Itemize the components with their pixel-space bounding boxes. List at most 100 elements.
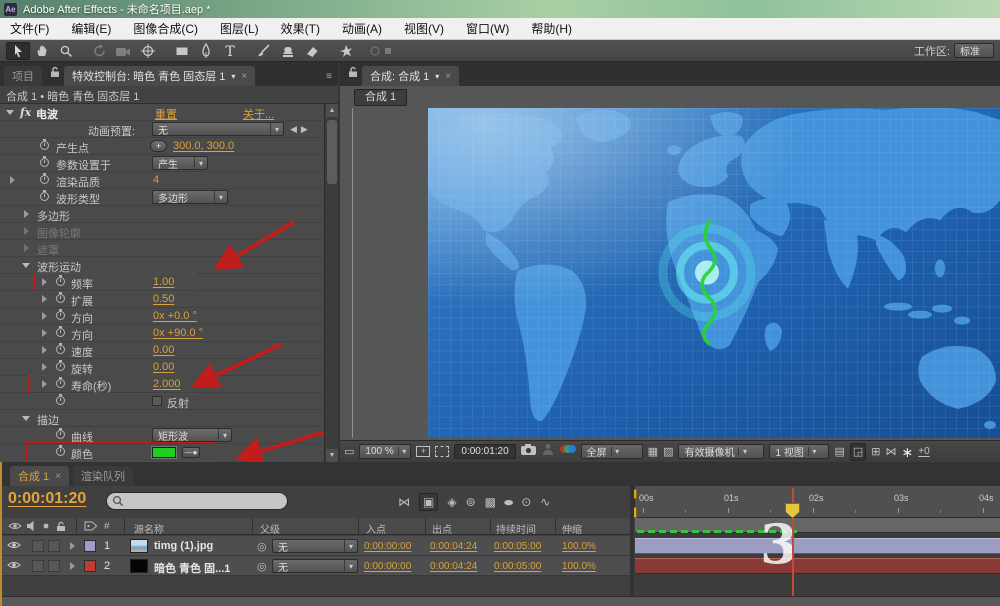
expand-icon[interactable] (42, 346, 51, 354)
rotation-tool-icon[interactable] (88, 42, 112, 60)
param-value[interactable]: 0x +90.0 ° (153, 327, 203, 339)
effect-name[interactable]: 电波 (36, 106, 58, 122)
comp-nav-button[interactable]: 合成 1 (354, 89, 407, 106)
region-of-interest-icon[interactable] (435, 446, 449, 457)
pixel-aspect-icon[interactable]: ▤ (834, 444, 844, 460)
puppet-pin-tool-icon[interactable] (334, 42, 358, 60)
time-ruler[interactable]: 00s 01s 02s 03s 04s (634, 486, 1000, 518)
view-layout-dropdown[interactable]: 1 视图▾ (769, 444, 829, 459)
show-snapshot-icon[interactable] (542, 443, 554, 460)
title-bar[interactable]: Ae Adobe After Effects - 未命名项目.aep * (0, 0, 1000, 18)
pen-tool-icon[interactable] (194, 42, 218, 60)
search-box[interactable] (106, 492, 288, 510)
brush-tool-icon[interactable] (252, 42, 276, 60)
stopwatch-icon[interactable] (56, 311, 65, 320)
draft-3d-icon[interactable]: ▣ (419, 493, 438, 511)
tab-dropdown-icon[interactable]: ▾ (231, 72, 235, 81)
stopwatch-icon[interactable] (56, 294, 65, 303)
stopwatch-icon[interactable] (56, 277, 65, 286)
menu-layer[interactable]: 图层(L) (220, 20, 259, 37)
reset-button[interactable]: 重置 (155, 106, 177, 122)
stopwatch-icon[interactable] (56, 362, 65, 371)
scroll-up-icon[interactable]: ▲ (326, 104, 338, 117)
lock-toggle[interactable] (48, 560, 60, 572)
layer-row-1[interactable]: 1 timg (1).jpg ◎ 无▾ 0:00:00:00 0:00:04:2… (2, 536, 634, 556)
brainstorm-icon[interactable]: ● (502, 494, 514, 510)
stretch-value[interactable]: 100.0% (562, 561, 596, 572)
param-value[interactable]: 2.000 (153, 378, 181, 390)
expand-icon[interactable] (42, 278, 51, 286)
selection-tool-icon[interactable] (6, 42, 30, 60)
preset-dropdown[interactable]: 无▾ (152, 122, 284, 136)
axis-mode-icons[interactable] (368, 42, 392, 60)
rectangle-tool-icon[interactable] (170, 42, 194, 60)
exposure-value[interactable]: +0 (918, 444, 929, 460)
stopwatch-icon[interactable] (56, 345, 65, 354)
in-value[interactable]: 0:00:00:00 (364, 541, 411, 552)
preset-prev-icon[interactable]: ◀ (290, 124, 297, 135)
comp-viewport[interactable] (428, 108, 1000, 438)
layer-name[interactable]: timg (1).jpg (154, 540, 213, 552)
source-name-column-header[interactable]: 源名称 (134, 521, 164, 536)
param-value[interactable]: 1.00 (153, 276, 174, 288)
menu-file[interactable]: 文件(F) (10, 20, 49, 37)
graph-editor-icon[interactable]: ∿ (540, 494, 550, 510)
layer-row-2[interactable]: 2 暗色 青色 固...1 ◎ 无▾ 0:00:00:00 0:00:04:24… (2, 556, 634, 576)
stopwatch-icon[interactable] (56, 430, 65, 439)
tab-comp-timeline[interactable]: 合成 1 × (10, 466, 69, 486)
safe-margins-icon[interactable]: + (416, 446, 430, 457)
menu-help[interactable]: 帮助(H) (531, 20, 572, 37)
menu-view[interactable]: 视图(V) (404, 20, 444, 37)
stretch-column-header[interactable]: 伸缩 (562, 521, 582, 536)
point-picker-button[interactable]: + (150, 140, 167, 152)
text-tool-icon[interactable]: T (218, 42, 242, 60)
expand-icon[interactable] (24, 210, 33, 218)
param-dropdown[interactable]: 产生▾ (152, 156, 208, 170)
param-value[interactable]: 0.00 (153, 361, 174, 373)
stopwatch-icon[interactable] (56, 379, 65, 388)
fast-previews-icon[interactable]: ◲ (850, 443, 866, 461)
expand-icon[interactable] (42, 363, 51, 371)
tab-dropdown-icon[interactable]: ▾ (435, 72, 439, 81)
transparency-grid-icon[interactable]: ▨ (663, 444, 673, 460)
eyedropper-icon[interactable]: —● (182, 447, 200, 458)
menu-composition[interactable]: 图像合成(C) (133, 20, 198, 37)
lock-toggle[interactable] (48, 540, 60, 552)
duration-value[interactable]: 0:00:05:00 (494, 541, 541, 552)
eye-icon[interactable] (7, 560, 21, 573)
effects-scrollbar[interactable]: ▲ ▼ (324, 104, 338, 462)
menu-edit[interactable]: 编辑(E) (71, 20, 111, 37)
tab-close-icon[interactable]: × (55, 471, 61, 482)
audio-toggle[interactable] (32, 540, 44, 552)
hide-shy-layers-icon[interactable]: ◈ (447, 494, 456, 510)
scroll-down-icon[interactable]: ▼ (326, 449, 338, 462)
menu-animation[interactable]: 动画(A) (342, 20, 382, 37)
parent-pickwhip-icon[interactable]: ◎ (257, 540, 267, 553)
workspace-dropdown[interactable]: 标准 (954, 43, 994, 58)
out-value[interactable]: 0:00:04:24 (430, 541, 477, 552)
duration-column-header[interactable]: 持续时间 (496, 521, 536, 536)
reflection-checkbox[interactable] (152, 396, 162, 406)
expand-icon[interactable] (42, 295, 51, 303)
audio-toggle[interactable] (32, 560, 44, 572)
expand-icon[interactable] (10, 176, 19, 184)
channel-rgb-icon[interactable] (559, 443, 576, 460)
collapse-icon[interactable] (22, 416, 30, 425)
stopwatch-icon[interactable] (40, 175, 49, 184)
flowchart-button-icon[interactable]: ⋈ (886, 444, 897, 460)
stopwatch-icon[interactable] (40, 158, 49, 167)
comp-mini-flowchart-icon[interactable]: ⋈ (398, 494, 410, 510)
stretch-value[interactable]: 100.0% (562, 541, 596, 552)
camera-tool-icon[interactable] (112, 42, 136, 60)
param-value[interactable]: 0.50 (153, 293, 174, 305)
stopwatch-icon[interactable] (56, 328, 65, 337)
number-column-header[interactable]: # (104, 521, 110, 532)
parent-pickwhip-icon[interactable]: ◎ (257, 560, 267, 573)
parent-dropdown[interactable]: 无▾ (272, 559, 358, 573)
layer-name[interactable]: 暗色 青色 固...1 (154, 560, 230, 576)
out-value[interactable]: 0:00:04:24 (430, 561, 477, 572)
layer-bar-1[interactable] (635, 538, 1000, 554)
param-value[interactable]: 0.00 (153, 344, 174, 356)
collapse-icon[interactable] (22, 263, 30, 272)
scrollbar-thumb[interactable] (327, 120, 337, 184)
